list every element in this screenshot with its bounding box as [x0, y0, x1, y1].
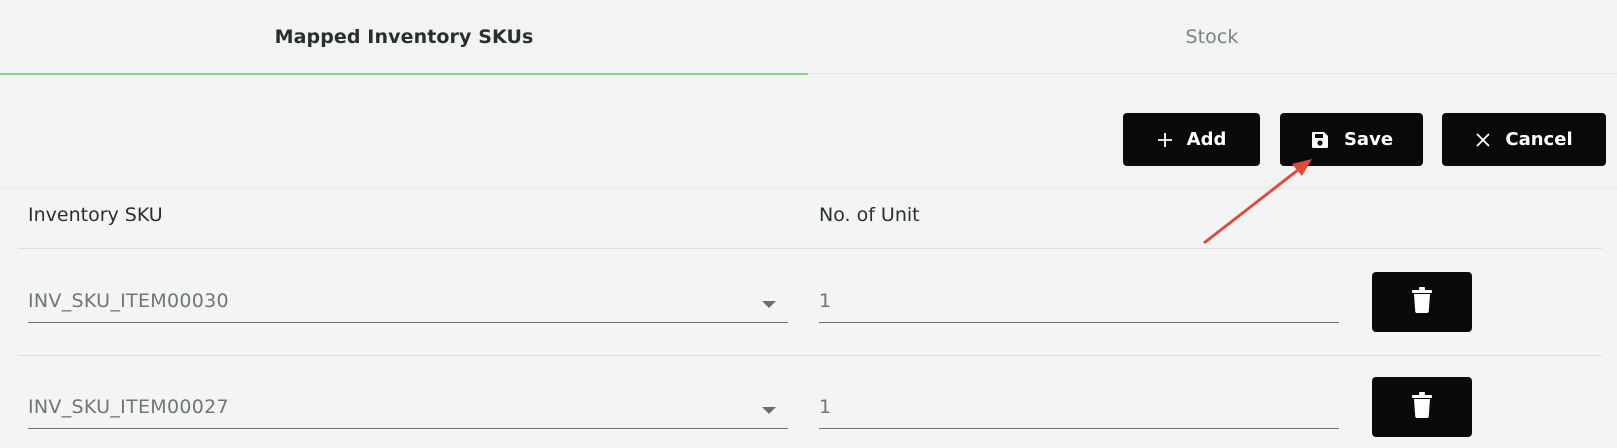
column-header-inventory-sku: Inventory SKU — [28, 204, 163, 226]
delete-row-button[interactable] — [1372, 272, 1472, 332]
cancel-button-label: Cancel — [1505, 129, 1573, 150]
caret-down-icon — [762, 407, 776, 414]
add-button[interactable]: Add — [1123, 113, 1260, 166]
inventory-sku-select[interactable]: INV_SKU_ITEM00027 — [28, 389, 788, 429]
plus-icon — [1157, 132, 1173, 148]
tab-bar: Mapped Inventory SKUs Stock — [0, 0, 1617, 75]
trash-icon — [1411, 287, 1433, 317]
column-header-no-of-unit: No. of Unit — [819, 204, 920, 226]
cancel-button[interactable]: Cancel — [1442, 113, 1606, 166]
no-of-unit-value: 1 — [819, 396, 832, 418]
trash-icon — [1411, 392, 1433, 422]
save-button-label: Save — [1343, 129, 1394, 150]
save-button[interactable]: Save — [1280, 113, 1423, 166]
inventory-sku-select[interactable]: INV_SKU_ITEM00030 — [28, 283, 788, 323]
delete-row-button[interactable] — [1372, 377, 1472, 437]
no-of-unit-input[interactable]: 1 — [819, 283, 1339, 323]
no-of-unit-value: 1 — [819, 290, 832, 312]
floppy-disk-icon — [1310, 130, 1330, 150]
tab-label: Stock — [1185, 26, 1239, 48]
active-tab-indicator — [0, 73, 808, 75]
tab-mapped-inventory-skus[interactable]: Mapped Inventory SKUs — [0, 0, 808, 75]
tab-stock[interactable]: Stock — [808, 0, 1616, 74]
header-divider — [18, 248, 1602, 249]
add-button-label: Add — [1186, 129, 1227, 150]
inventory-sku-value: INV_SKU_ITEM00027 — [28, 396, 229, 418]
row-divider — [18, 355, 1602, 356]
close-icon — [1475, 132, 1491, 148]
inventory-sku-value: INV_SKU_ITEM00030 — [28, 290, 229, 312]
no-of-unit-input[interactable]: 1 — [819, 389, 1339, 429]
tab-label: Mapped Inventory SKUs — [274, 26, 534, 48]
caret-down-icon — [762, 301, 776, 308]
